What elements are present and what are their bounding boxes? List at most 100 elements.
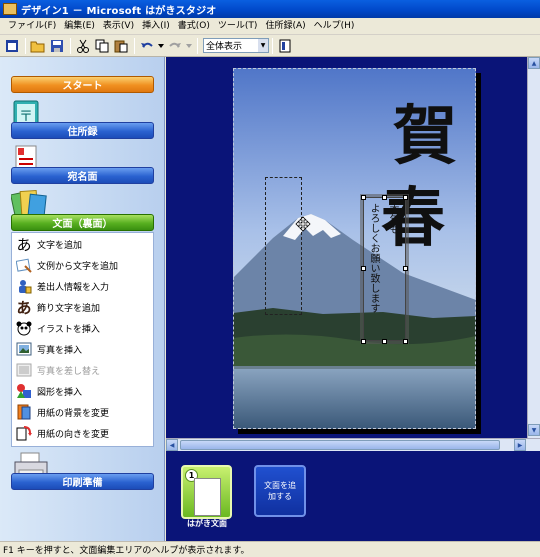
background-icon [16, 404, 32, 420]
back-side-label: 文面（裏面） [52, 219, 113, 230]
menu-view[interactable]: 表示(V) [99, 19, 138, 34]
recipient-side-label: 宛名面 [67, 172, 98, 183]
svg-text:あ: あ [16, 299, 31, 315]
print-prep-label: 印刷準備 [62, 478, 103, 489]
empty-text-box[interactable] [265, 177, 302, 315]
greeting-line-1: 本年も [387, 204, 398, 234]
toolbar-separator [70, 37, 71, 54]
vertical-scrollbar[interactable]: ▲ ▼ [527, 57, 540, 438]
cut-icon[interactable] [74, 37, 92, 55]
resize-handle[interactable] [382, 195, 387, 200]
toolbar: 全体表示 ▼ [0, 35, 540, 57]
page-view-icon[interactable] [276, 37, 294, 55]
addressbook-label: 住所録 [67, 127, 98, 138]
decorative-text-icon: あ [16, 299, 32, 315]
add-page-button[interactable]: 文面を追加する [254, 465, 306, 517]
undo-icon[interactable] [138, 37, 156, 55]
save-icon[interactable] [48, 37, 66, 55]
start-label: スタート [62, 81, 103, 92]
move-cursor-icon [295, 216, 311, 232]
redo-dropdown-icon [185, 37, 193, 55]
task-decorative-text[interactable]: あ 飾り文字を追加 [16, 298, 100, 316]
addressbook-button[interactable]: 住所録 [11, 122, 154, 139]
page-preview [194, 478, 221, 516]
status-bar: F1 キーを押すと、文面編集エリアのヘルプが表示されます。 [0, 541, 540, 557]
resize-handle[interactable] [361, 339, 366, 344]
task-label: 図形を挿入 [37, 387, 83, 398]
resize-handle[interactable] [403, 195, 408, 200]
task-label: 差出人情報を入力 [37, 282, 110, 293]
menu-insert[interactable]: 挿入(I) [138, 19, 174, 34]
open-folder-icon[interactable] [29, 37, 47, 55]
zoom-select[interactable]: 全体表示 ▼ [203, 38, 269, 53]
chevron-down-icon[interactable]: ▼ [258, 39, 268, 52]
redo-icon [166, 37, 184, 55]
task-label: イラストを挿入 [37, 324, 100, 335]
heading-char: 賀 [393, 99, 457, 174]
menu-bar: ファイル(F) 編集(E) 表示(V) 挿入(I) 書式(O) ツール(T) 住… [0, 18, 540, 35]
task-label: 用紙の向きを変更 [37, 429, 110, 440]
scroll-down-icon[interactable]: ▼ [528, 424, 540, 436]
new-icon[interactable] [3, 37, 21, 55]
menu-tools[interactable]: ツール(T) [214, 19, 262, 34]
task-label: 写真を挿入 [37, 345, 83, 356]
panda-illustration-icon [16, 320, 32, 336]
scroll-left-icon[interactable]: ◀ [166, 439, 178, 451]
app-icon [3, 3, 17, 15]
task-insert-illustration[interactable]: イラストを挿入 [16, 319, 100, 337]
shapes-icon [16, 383, 32, 399]
sender-icon [16, 278, 32, 294]
task-add-sample-text[interactable]: 文例から文字を追加 [16, 256, 118, 274]
task-change-background[interactable]: 用紙の背景を変更 [16, 403, 109, 421]
task-add-text[interactable]: あ 文字を追加 [16, 235, 82, 253]
orientation-icon [16, 425, 32, 441]
print-prep-button[interactable]: 印刷準備 [11, 473, 154, 490]
task-label: 写真を差し替え [37, 366, 101, 377]
page-thumbnail[interactable]: 1 [181, 465, 232, 519]
start-button[interactable]: スタート [11, 76, 154, 93]
task-label: 用紙の背景を変更 [37, 408, 110, 419]
task-label: 飾り文字を追加 [37, 303, 101, 314]
page-thumbnail-label: はがき文面 [187, 519, 227, 528]
text-sample-icon [16, 257, 32, 273]
task-sender-info[interactable]: 差出人情報を入力 [16, 277, 109, 295]
window-title: デザイン1 － Microsoft はがきスタジオ [21, 5, 217, 17]
task-replace-photo: 写真を差し替え [16, 361, 100, 379]
postcard-canvas[interactable]: 賀春 本年も よろしくお願い致します よろしくお願い致します [233, 68, 476, 429]
menu-edit[interactable]: 編集(E) [60, 19, 99, 34]
scroll-up-icon[interactable]: ▲ [528, 57, 540, 69]
svg-text:あ: あ [16, 236, 31, 252]
horizontal-scrollbar[interactable]: ◀ ▶ [166, 438, 540, 451]
task-insert-shape[interactable]: 図形を挿入 [16, 382, 82, 400]
menu-format[interactable]: 書式(O) [174, 19, 214, 34]
title-bar: デザイン1 － Microsoft はがきスタジオ [0, 0, 540, 18]
task-insert-photo[interactable]: 写真を挿入 [16, 340, 82, 358]
copy-icon[interactable] [93, 37, 111, 55]
resize-handle[interactable] [382, 339, 387, 344]
text-a-icon: あ [16, 236, 32, 252]
task-list: あ 文字を追加 文例から文字を追加 差出人情報を入力 あ 飾り文字を追加 イラス… [11, 232, 154, 447]
resize-handle[interactable] [361, 266, 366, 271]
menu-help[interactable]: ヘルプ(H) [310, 19, 359, 34]
paste-icon[interactable] [112, 37, 130, 55]
status-text: F1 キーを押すと、文面編集エリアのヘルプが表示されます。 [3, 546, 250, 556]
toolbar-separator [25, 37, 26, 54]
recipient-side-button[interactable]: 宛名面 [11, 167, 154, 184]
resize-handle[interactable] [361, 195, 366, 200]
task-label: 文例から文字を追加 [37, 261, 119, 272]
photo-icon [16, 341, 32, 357]
scroll-right-icon[interactable]: ▶ [514, 439, 526, 451]
resize-handle[interactable] [403, 339, 408, 344]
task-change-orientation[interactable]: 用紙の向きを変更 [16, 424, 109, 442]
zoom-value: 全体表示 [206, 42, 243, 52]
toolbar-separator [272, 37, 273, 54]
resize-handle[interactable] [403, 266, 408, 271]
back-side-button[interactable]: 文面（裏面） [11, 214, 154, 231]
toolbar-separator [134, 37, 135, 54]
greeting-line-2-visible: よろしくお願い致します [368, 203, 379, 313]
menu-file[interactable]: ファイル(F) [4, 19, 60, 34]
menu-addressbook[interactable]: 住所録(A) [261, 19, 309, 34]
scroll-thumb[interactable] [180, 440, 500, 450]
undo-dropdown-icon[interactable] [157, 37, 165, 55]
add-page-label: 文面を追加する [264, 481, 296, 501]
